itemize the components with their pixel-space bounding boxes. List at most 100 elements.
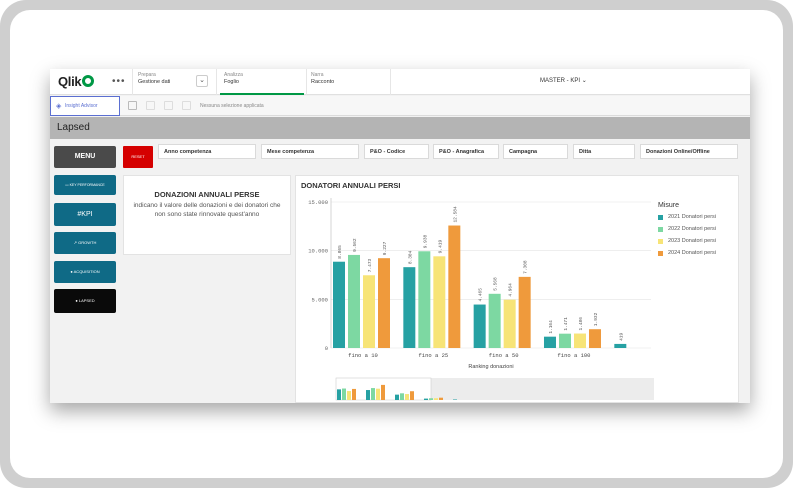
minimap-bar (434, 398, 438, 400)
x-tick-label: fino a 25 (418, 352, 448, 359)
minimap-bar (453, 399, 457, 400)
legend-swatch (658, 227, 663, 232)
minimap-bar (424, 398, 428, 400)
minimap-bar (429, 398, 433, 400)
bar[interactable] (418, 251, 431, 348)
bar[interactable] (488, 293, 501, 348)
bar[interactable] (348, 254, 360, 348)
bar-value-label: 1.932 (593, 312, 599, 326)
growth-label: GROWTH (78, 240, 97, 245)
filter-mese-competenza[interactable]: Mese competenza (261, 144, 359, 159)
bar[interactable] (588, 329, 601, 348)
acquisition-button[interactable]: ● ACQUISITION (54, 261, 116, 283)
filter-po-codice[interactable]: P&O - Codice (364, 144, 429, 159)
minimap-bar (376, 388, 380, 400)
bar[interactable] (433, 256, 446, 348)
trend-icon: ↗ (73, 240, 77, 245)
nav-narrate-value: Racconto (311, 79, 335, 85)
legend-label: 2024 Donatori persi (668, 250, 717, 256)
bar[interactable] (448, 225, 461, 348)
bar[interactable] (363, 275, 375, 348)
bar[interactable] (543, 336, 556, 348)
chevron-down-icon[interactable]: ⌄ (196, 75, 208, 87)
bar-value-label: 1.471 (563, 317, 569, 331)
insight-advisor-button[interactable]: ◈ Insight Advisor (50, 96, 120, 116)
minimap-bar (405, 394, 409, 400)
more-menu-icon[interactable]: ••• (112, 76, 126, 87)
minimap-bar (342, 388, 346, 400)
bar[interactable] (333, 261, 345, 348)
nav-narrate[interactable]: Narra Racconto (311, 72, 381, 92)
legend-swatch (658, 251, 663, 256)
bar[interactable] (403, 267, 416, 348)
chart-legend: Misure 2021 Donatori persi 2022 Donatori… (658, 202, 716, 262)
bar[interactable] (518, 276, 531, 348)
legend-label: 2021 Donatori persi (668, 214, 717, 220)
clear-selections-icon[interactable] (182, 101, 191, 110)
bar-value-label: 419 (618, 333, 624, 341)
legend-label: 2022 Donatori persi (668, 226, 717, 232)
selection-toolbar: ◈ Insight Advisor Nessuna selezione appl… (50, 96, 750, 116)
bar-value-label: 9.562 (352, 238, 358, 252)
nav-prepare-value: Gestione dati (138, 79, 171, 85)
smart-search-icon[interactable] (128, 101, 137, 110)
bar-value-label: 4.964 (508, 283, 514, 297)
bar[interactable] (378, 258, 390, 348)
minimap-bar (352, 388, 356, 400)
legend-item[interactable]: 2023 Donatori persi (658, 238, 716, 250)
text-panel-title: DONAZIONI ANNUALI PERSE (154, 190, 260, 199)
bar[interactable] (503, 299, 516, 348)
nav-prepare-label: Prepara (138, 72, 156, 78)
app-title-dropdown[interactable]: MASTER - KPI ⌄ (540, 77, 587, 84)
kpi-button[interactable]: #KPI (54, 203, 116, 226)
step-back-icon[interactable] (146, 101, 155, 110)
bar-value-label: 12.584 (452, 206, 458, 223)
legend-label: 2023 Donatori persi (668, 238, 717, 244)
bar[interactable] (614, 343, 627, 348)
filter-ditta[interactable]: Ditta (573, 144, 635, 159)
key-performance-button[interactable]: ▭ KEY PERFORMANCE (54, 175, 116, 195)
bar[interactable] (558, 333, 571, 348)
bar-value-label: 8.865 (337, 245, 343, 259)
bar-value-label: 9.419 (437, 240, 443, 254)
qlik-app-window: Qlik ••• Prepara Gestione dati ⌄ Analizz… (50, 69, 750, 403)
y-tick-label: 5.000 (311, 296, 328, 303)
filter-anno-competenza[interactable]: Anno competenza (158, 144, 256, 159)
bar-value-label: 5.568 (493, 277, 499, 291)
legend-item[interactable]: 2024 Donatori persi (658, 250, 716, 262)
x-tick-label: fino a 100 (557, 352, 590, 359)
menu-button[interactable]: MENU (54, 146, 116, 168)
text-panel-body: indicano il valore delle donazioni e dei… (133, 202, 281, 218)
reset-button[interactable]: RESET (123, 146, 153, 168)
nav-divider (390, 69, 391, 95)
insight-advisor-label: Insight Advisor (65, 103, 98, 109)
filter-campagna[interactable]: Campagna (503, 144, 568, 159)
chart-panel: DONATORI ANNUALI PERSI 0 5.000 10.000 15.00… (295, 175, 739, 403)
app-title: MASTER - KPI (540, 78, 581, 84)
bar[interactable] (473, 304, 486, 348)
nav-divider (132, 69, 133, 95)
filter-donazioni-online-offline[interactable]: Donazioni Online/Offline (640, 144, 738, 159)
bar[interactable] (573, 333, 586, 348)
minimap-bar (366, 390, 370, 400)
growth-button[interactable]: ↗ GROWTH (54, 232, 116, 254)
minimap-bar (439, 397, 443, 400)
legend-item[interactable]: 2022 Donatori persi (658, 226, 716, 238)
sheet-title-bar: Lapsed (50, 117, 750, 139)
lapsed-label: LAPSED (78, 298, 95, 303)
bar-value-label: 8.304 (407, 250, 413, 264)
minimap-bar (337, 389, 341, 400)
y-tick-label: 15.000 (308, 199, 328, 206)
filter-po-anagrafica[interactable]: P&O - Anagrafica (433, 144, 499, 159)
bar-value-label: 7.308 (523, 260, 529, 274)
y-tick-label: 0 (325, 345, 328, 352)
logo-text: Qlik (58, 74, 82, 89)
step-forward-icon[interactable] (164, 101, 173, 110)
minimap-bar (395, 394, 399, 400)
qlik-logo[interactable]: Qlik (58, 74, 95, 89)
nav-analyze[interactable]: Analizza Foglio (220, 72, 304, 95)
legend-item[interactable]: 2021 Donatori persi (658, 214, 716, 226)
lapsed-button[interactable]: ● LAPSED (54, 289, 116, 313)
nav-prepare[interactable]: Prepara Gestione dati (138, 72, 193, 92)
nav-narrate-label: Narra (311, 72, 324, 78)
